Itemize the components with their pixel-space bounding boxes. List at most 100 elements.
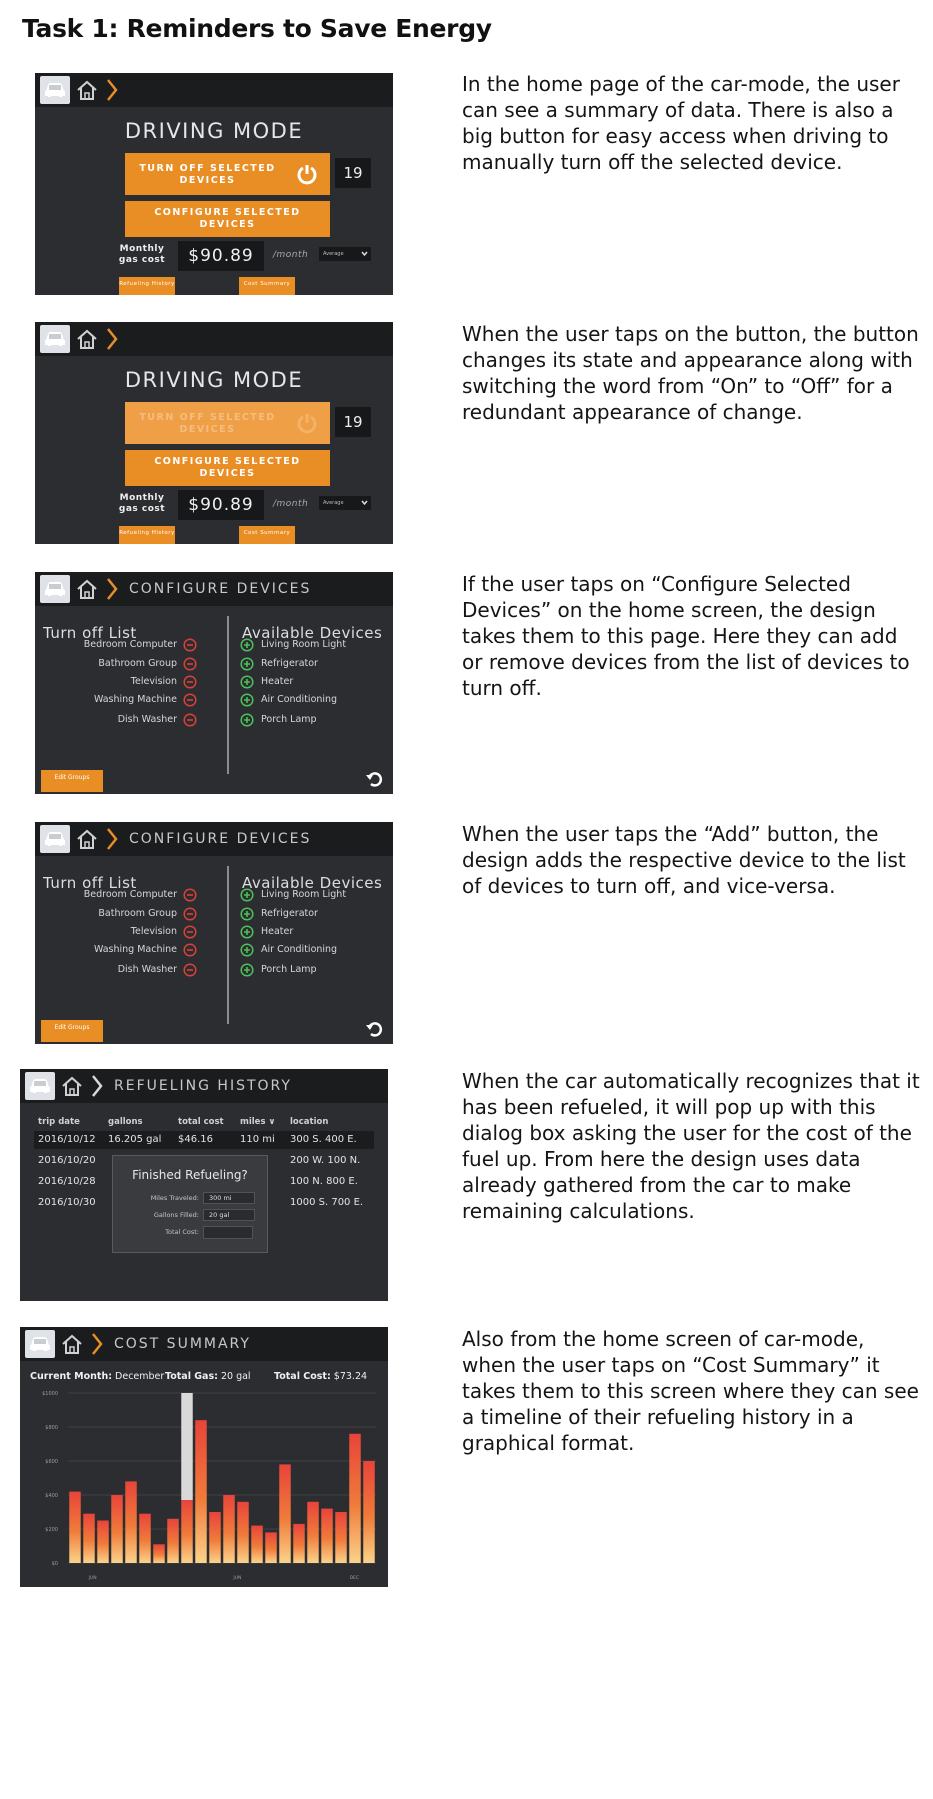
bar[interactable] [279,1464,291,1563]
minus-circle-icon[interactable] [183,963,197,977]
available-device-item: Heater [261,926,294,937]
edit-groups-button[interactable]: Edit Groups [41,1020,103,1042]
plus-circle-icon[interactable] [240,657,254,671]
table-row[interactable]: 2016/10/12 16.205 gal $46.16 110 mi 300 S. 4… [34,1131,374,1149]
bar[interactable] [167,1518,179,1563]
minus-circle-icon[interactable] [183,657,197,671]
select-value: Average [323,500,344,506]
plus-circle-icon[interactable] [240,638,254,652]
turn-off-label: TURN OFF SELECTED DEVICES [139,412,276,435]
turn-off-item: Washing Machine [93,944,177,955]
turn-off-item: Bedroom Computer [83,889,177,900]
per-month-label: /month [273,250,309,260]
bar[interactable] [363,1461,375,1563]
dialog-field-input[interactable]: 300 mi [203,1192,255,1204]
home-icon[interactable] [60,1075,84,1097]
plus-circle-icon[interactable] [240,713,254,727]
table-cell: $46.16 [178,1134,213,1145]
cost-summary-button[interactable]: Cost Summary [239,277,295,295]
minus-circle-icon[interactable] [183,925,197,939]
chevron-down-icon [361,500,368,506]
turn-off-item: Television [130,676,177,687]
home-icon[interactable] [75,328,99,350]
column-header-location[interactable]: location [290,1117,328,1127]
page-title: CONFIGURE DEVICES [129,581,312,597]
bar[interactable] [265,1532,277,1563]
configure-label: CONFIGURE SELECTED DEVICES [154,207,301,230]
bar[interactable] [139,1513,151,1563]
average-select[interactable]: Average [319,496,371,510]
bar[interactable] [125,1481,137,1563]
plus-circle-icon[interactable] [240,888,254,902]
car-icon[interactable] [40,325,70,353]
plus-circle-icon[interactable] [240,943,254,957]
y-tick-label: $0 [52,1561,58,1567]
minus-circle-icon[interactable] [183,693,197,707]
bar[interactable] [69,1491,81,1563]
column-header-trip-date[interactable]: trip date [38,1117,80,1127]
bar[interactable] [349,1433,361,1563]
dialog-field-input[interactable] [203,1226,253,1239]
bar-highlight[interactable] [181,1393,193,1501]
car-icon[interactable] [40,825,70,853]
column-header-gallons[interactable]: gallons [108,1117,143,1127]
edit-groups-button[interactable]: Edit Groups [41,770,103,792]
turn-off-selected-button[interactable]: TURN OFF SELECTED DEVICES [125,153,330,195]
bar[interactable] [307,1501,319,1563]
bar[interactable] [97,1520,109,1564]
undo-icon[interactable] [365,770,383,788]
refueling-history-button[interactable]: Refueling History [119,526,175,544]
bar[interactable] [335,1512,347,1563]
home-icon[interactable] [75,79,99,101]
bar[interactable] [251,1525,263,1563]
car-icon[interactable] [25,1072,55,1100]
section-4-description: When the user taps the “Add” button, the… [462,822,906,898]
minus-circle-icon[interactable] [183,888,197,902]
turn-off-item: Bathroom Group [98,658,177,669]
configure-selected-button[interactable]: CONFIGURE SELECTED DEVICES [125,450,330,486]
minus-circle-icon[interactable] [183,638,197,652]
refueling-history-button[interactable]: Refueling History [119,277,175,295]
plus-circle-icon[interactable] [240,907,254,921]
car-icon[interactable] [40,76,70,104]
minus-circle-icon[interactable] [183,943,197,957]
top-bar: CONFIGURE DEVICES [35,822,393,856]
home-icon[interactable] [75,828,99,850]
column-header-miles[interactable]: miles ∨ [240,1117,275,1127]
configure-selected-button[interactable]: CONFIGURE SELECTED DEVICES [125,201,330,237]
average-select[interactable]: Average [319,247,371,261]
turn-off-selected-button[interactable]: TURN OFF SELECTED DEVICES [125,402,330,444]
cost-summary-button[interactable]: Cost Summary [239,526,295,544]
chevron-right-icon [107,328,118,350]
undo-icon[interactable] [365,1020,383,1038]
bar[interactable] [237,1501,249,1563]
column-header-total-cost[interactable]: total cost [178,1117,224,1127]
home-icon[interactable] [75,578,99,600]
car-icon[interactable] [40,575,70,603]
minus-circle-icon[interactable] [183,675,197,689]
plus-circle-icon[interactable] [240,963,254,977]
plus-circle-icon[interactable] [240,925,254,939]
minus-circle-icon[interactable] [183,713,197,727]
bar[interactable] [223,1495,235,1563]
bar[interactable] [321,1508,333,1563]
dialog-field-input[interactable]: 20 gal [203,1209,255,1221]
table-cell: 1000 S. 700 E. [290,1197,364,1208]
bar[interactable] [293,1523,305,1563]
gas-cost-label: Monthly gas cost [118,244,166,265]
turn-off-label: TURN OFF SELECTED DEVICES [139,163,276,186]
section-5-description: When the car automatically recognizes th… [462,1069,920,1223]
bar[interactable] [111,1495,123,1563]
bar[interactable] [209,1512,221,1563]
configure-label: CONFIGURE SELECTED DEVICES [154,456,301,479]
minus-circle-icon[interactable] [183,907,197,921]
plus-circle-icon[interactable] [240,675,254,689]
available-device-item: Air Conditioning [261,694,338,705]
finished-refueling-dialog: Finished Refueling? Miles Traveled: 300 m… [112,1155,268,1253]
bar[interactable] [153,1544,165,1563]
bar[interactable] [181,1500,193,1563]
bar[interactable] [195,1420,207,1563]
available-device-item: Living Room Light [261,889,347,900]
bar[interactable] [83,1513,95,1563]
plus-circle-icon[interactable] [240,693,254,707]
